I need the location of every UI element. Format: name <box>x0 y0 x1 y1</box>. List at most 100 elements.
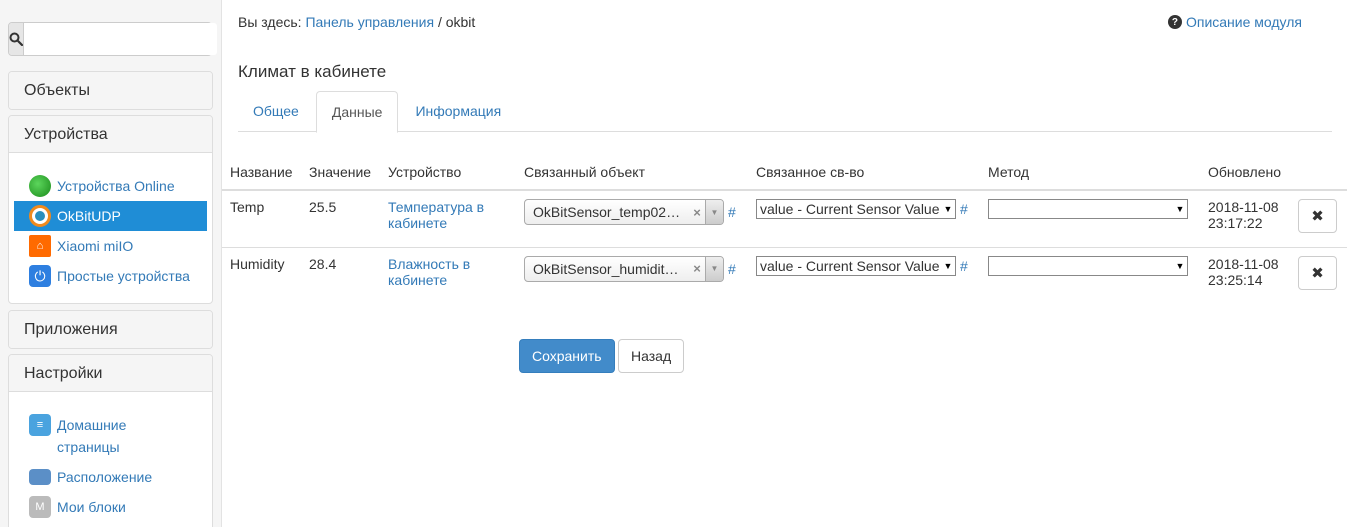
module-help[interactable]: ? Описание модуля <box>1167 14 1302 30</box>
breadcrumb-current: okbit <box>445 14 476 30</box>
updated-time: 23:17:22 <box>1208 215 1263 231</box>
sidebar-item-label: Расположение <box>57 469 153 485</box>
breadcrumb-link-control-panel[interactable]: Панель управления <box>305 14 434 30</box>
tab-info[interactable]: Информация <box>400 91 516 132</box>
page-title: Климат в кабинете <box>238 62 387 81</box>
column-header-actions <box>1290 153 1347 191</box>
panel-heading-settings[interactable]: Настройки <box>9 355 212 392</box>
updated-time: 23:25:14 <box>1208 271 1263 288</box>
panel-heading-devices[interactable]: Устройства <box>9 116 212 153</box>
folder-icon <box>29 469 51 485</box>
caret-down-icon: ▼ <box>943 204 953 214</box>
updated-date: 2018-11-08 <box>1208 199 1279 215</box>
method-select[interactable]: ▼ <box>988 199 1188 219</box>
panel-devices: Устройства Устройства Online OkBitUDP ⌂ … <box>8 115 213 304</box>
question-circle-icon: ? <box>1167 15 1182 29</box>
sidebar-item-label: Xiaomi miIO <box>57 238 134 254</box>
save-button[interactable]: Сохранить <box>519 339 615 373</box>
tab-data[interactable]: Данные <box>315 91 399 133</box>
breadcrumb-prefix: Вы здесь: <box>238 14 302 30</box>
property-hash-link[interactable]: # <box>960 201 968 217</box>
caret-down-icon: ▼ <box>1175 204 1185 214</box>
object-hash-link[interactable]: # <box>728 261 736 277</box>
updated-date: 2018-11-08 <box>1208 255 1279 272</box>
tab-bar: Общее Данные Информация <box>238 91 1332 133</box>
tab-general[interactable]: Общее <box>238 91 314 132</box>
back-button[interactable]: Назад <box>618 339 685 373</box>
column-header-method: Метод <box>980 153 1200 191</box>
cell-value: 25.5 <box>309 199 337 215</box>
delete-button[interactable]: ✖ <box>1298 255 1337 290</box>
panel-settings: Настройки ≡ Домашние страницы Расположен… <box>8 354 213 527</box>
linked-object-select[interactable]: OkBitSensor_humidit… × ▼ <box>524 255 724 282</box>
panel-heading-objects[interactable]: Объекты <box>9 72 212 109</box>
column-header-linked-object: Связанный объект <box>516 153 748 191</box>
sidebar-item-label: Мои блоки <box>57 499 126 515</box>
block-icon: M <box>29 496 51 518</box>
panel-heading-apps[interactable]: Приложения <box>9 311 212 348</box>
search-button[interactable] <box>9 23 24 55</box>
panel-apps: Приложения <box>8 310 213 349</box>
table-header-row: Название Значение Устройство Связанный о… <box>222 153 1347 191</box>
document-icon: ≡ <box>29 414 51 436</box>
module-help-link[interactable]: Описание модуля <box>1186 14 1302 30</box>
sidebar-item-xiaomi[interactable]: ⌂ Xiaomi miIO <box>9 231 212 261</box>
table-row: Temp 25.5 Температура в кабинете OkBitSe… <box>222 190 1347 247</box>
cell-name: Humidity <box>222 246 301 304</box>
sidebar-item-label: OkBitUDP <box>57 208 121 224</box>
main-content: Вы здесь: Панель управления / okbit ? Оп… <box>222 0 1347 527</box>
method-select[interactable]: ▼ <box>988 255 1188 276</box>
column-header-name: Название <box>222 153 301 191</box>
sidebar-item-my-blocks[interactable]: M Мои блоки <box>9 492 212 522</box>
table-row: Humidity 28.4 Влажность в кабинете OkBit… <box>222 246 1347 304</box>
sidebar-item-simple-devices[interactable]: ⏻ Простые устройства <box>9 261 212 291</box>
cell-value: 28.4 <box>301 246 380 304</box>
panel-objects: Объекты <box>8 71 213 110</box>
linked-object-value: OkBitSensor_temp02… <box>533 204 681 220</box>
close-icon: ✖ <box>1311 264 1324 282</box>
sidebar-item-label: Простые устройства <box>57 268 190 284</box>
sidebar-item-label: Домашние страницы <box>57 417 127 455</box>
device-link[interactable]: Влажность в кабинете <box>388 256 470 288</box>
sidebar-item-okbitudp[interactable]: OkBitUDP <box>14 201 207 231</box>
breadcrumb: Вы здесь: Панель управления / okbit <box>238 14 475 30</box>
caret-down-icon: ▼ <box>1175 260 1185 271</box>
caret-down-icon: ▼ <box>943 260 953 271</box>
breadcrumb-separator: / <box>437 14 442 30</box>
linked-object-select[interactable]: OkBitSensor_temp02… × ▼ <box>524 199 724 225</box>
linked-property-select[interactable]: value - Current Sensor Value ▼ <box>756 199 956 219</box>
sidebar-item-location[interactable]: Расположение <box>9 462 212 492</box>
search-icon <box>9 32 23 46</box>
cell-updated: 2018-11-08 23:25:14 <box>1200 246 1290 304</box>
object-hash-link[interactable]: # <box>728 204 736 220</box>
cell-updated: 2018-11-08 23:17:22 <box>1200 190 1290 247</box>
power-icon: ⏻ <box>29 265 51 287</box>
data-table: Название Значение Устройство Связанный о… <box>222 153 1347 304</box>
search-box <box>8 22 217 56</box>
okbit-icon <box>29 205 51 227</box>
linked-property-select[interactable]: value - Current Sensor Value ▼ <box>756 255 956 276</box>
clear-icon[interactable]: × <box>689 205 705 220</box>
property-hash-link[interactable]: # <box>960 258 968 274</box>
column-header-updated: Обновлено <box>1200 153 1290 191</box>
linked-object-value: OkBitSensor_humidit… <box>533 260 679 277</box>
clear-icon[interactable]: × <box>689 261 705 276</box>
chevron-down-icon[interactable]: ▼ <box>705 256 723 281</box>
green-dot-icon <box>29 175 51 197</box>
column-header-linked-property: Связанное св-во <box>748 153 980 191</box>
xiaomi-icon: ⌂ <box>29 235 51 257</box>
sidebar-item-label: Устройства Online <box>57 178 175 194</box>
sidebar-item-home-pages[interactable]: ≡ Домашние страницы <box>9 410 212 462</box>
sidebar: Объекты Устройства Устройства Online OkB… <box>0 0 222 527</box>
close-icon: ✖ <box>1311 208 1324 225</box>
chevron-down-icon[interactable]: ▼ <box>705 200 723 224</box>
column-header-device: Устройство <box>380 153 516 191</box>
column-header-value: Значение <box>301 153 380 191</box>
delete-button[interactable]: ✖ <box>1298 199 1337 233</box>
linked-property-value: value - Current Sensor Value <box>760 257 940 274</box>
sidebar-item-devices-online[interactable]: Устройства Online <box>9 171 212 201</box>
linked-property-value: value - Current Sensor Value <box>760 201 940 217</box>
search-input[interactable] <box>24 23 217 55</box>
cell-name: Temp <box>230 199 265 215</box>
device-link[interactable]: Температура в кабинете <box>388 199 484 231</box>
